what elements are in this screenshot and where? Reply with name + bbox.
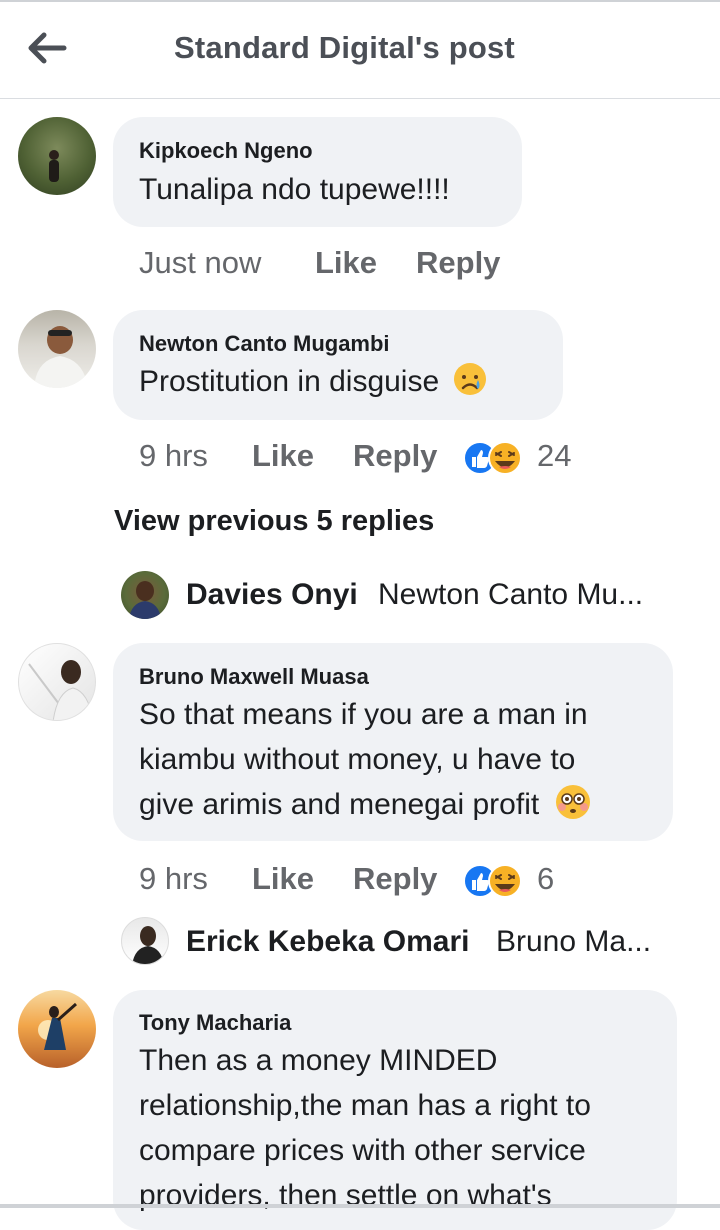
reply-avatar[interactable] [121,917,169,965]
reply-button[interactable]: Reply [353,438,437,474]
avatar[interactable] [18,117,96,195]
like-button[interactable]: Like [252,861,314,897]
reply-author[interactable]: Erick Kebeka Omari [186,925,470,959]
reply-preview[interactable]: Bruno Ma... [496,925,651,959]
comment-author[interactable]: Bruno Maxwell Muasa [139,664,369,690]
crying-face-emoji [453,363,486,395]
reply-preview[interactable]: Newton Canto Mu... [378,578,643,612]
comment-author[interactable]: Kipkoech Ngeno [139,138,313,164]
page-title: Standard Digital's post [174,30,515,65]
reply-button[interactable]: Reply [416,245,500,281]
view-previous-replies-link[interactable]: View previous 5 replies [114,505,434,538]
comment-text: Prostitution in disguise [139,359,488,404]
reaction-count[interactable]: 6 [537,861,554,897]
comment-author[interactable]: Newton Canto Mugambi [139,331,390,357]
post-header: Standard Digital's post [0,2,720,99]
comment-time: Just now [139,245,262,280]
comment-text-line: Then as a money MINDED [139,1044,498,1077]
comment-text-line: give arimis and menegai profit [139,788,540,821]
comment-text-line: relationship,the man has a right to [139,1089,591,1122]
comment-text-line: Prostitution in disguise [139,365,440,398]
comment-text-line: kiambu without money, u have to [139,743,576,776]
avatar[interactable] [18,990,96,1068]
arrow-left-icon[interactable] [24,28,68,68]
comment-text-line: So that means if you are a man in [139,698,588,731]
reactions-icon[interactable] [461,863,533,899]
reply-author[interactable]: Davies Onyi [186,578,358,612]
reaction-count[interactable]: 24 [537,438,571,474]
avatar[interactable] [18,310,96,388]
reply-avatar[interactable] [121,571,169,619]
comment-text-line: compare prices with other service [139,1134,586,1167]
comment-text: give arimis and menegai profit [139,782,592,827]
comment-author[interactable]: Tony Macharia [139,1010,291,1036]
comment-time: 9 hrs [139,438,208,473]
like-button[interactable]: Like [252,438,314,474]
comment-text-line: providers, then settle on what's [139,1179,552,1212]
reactions-icon[interactable] [461,440,533,476]
comment-text: Tunalipa ndo tupewe!!!! [139,173,450,206]
comment-time: 9 hrs [139,861,208,896]
bottom-border [0,1204,720,1208]
like-button[interactable]: Like [315,245,377,281]
flushed-face-emoji [555,785,590,819]
avatar[interactable] [18,643,96,721]
reply-button[interactable]: Reply [353,861,437,897]
